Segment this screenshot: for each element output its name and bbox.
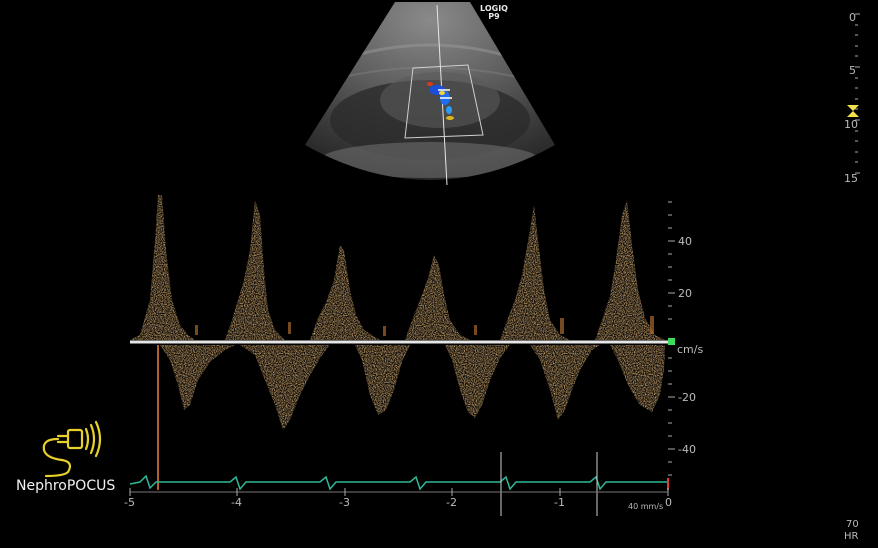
time-label-neg1: -1 [554, 496, 565, 509]
sweep-speed: 40 mm/s [628, 502, 664, 511]
velocity-label-20: 20 [678, 287, 692, 300]
logo-text: NephroPOCUS [16, 478, 116, 494]
time-label-neg3: -3 [339, 496, 350, 509]
doppler-envelope [130, 195, 665, 430]
ecg-trace [129, 474, 668, 491]
velocity-label-neg20: -20 [678, 391, 696, 404]
velocity-label-40: 40 [678, 235, 692, 248]
baseline-marker [668, 338, 675, 345]
time-label-neg2: -2 [446, 496, 457, 509]
velocity-label-neg40: -40 [678, 443, 696, 456]
time-label-0: 0 [665, 496, 672, 509]
time-label-neg5: -5 [124, 496, 135, 509]
velocity-unit: cm/s [677, 343, 704, 356]
heart-rate-value: 70 [846, 519, 859, 530]
time-label-neg4: -4 [231, 496, 242, 509]
ultrasound-probe-icon [42, 420, 102, 478]
heart-rate-label: HR [844, 531, 859, 542]
doppler-spectrum [129, 195, 675, 516]
